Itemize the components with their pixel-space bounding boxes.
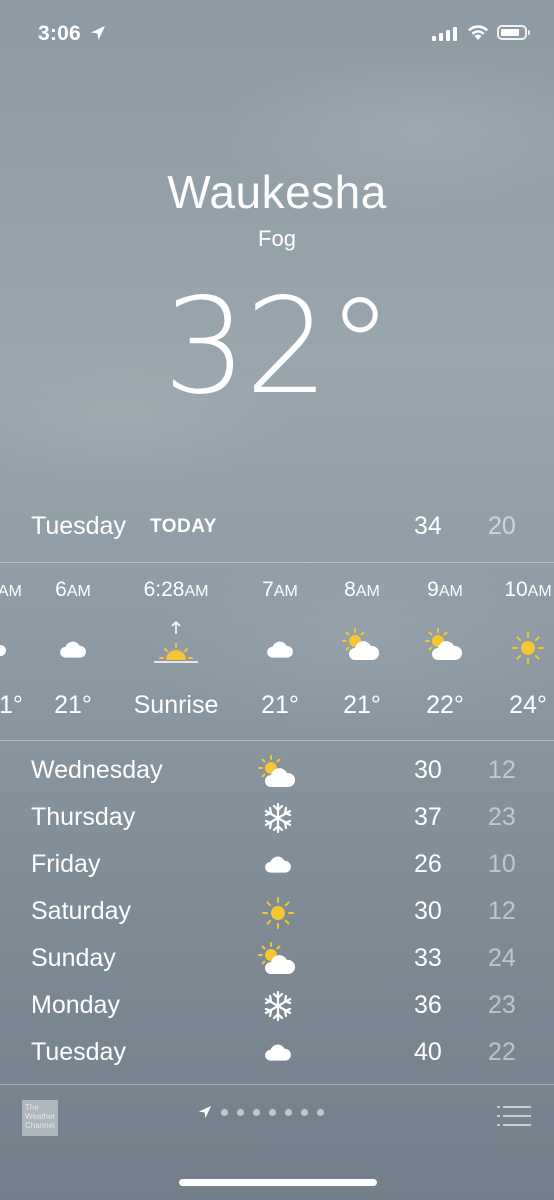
day-name: Friday [31,850,101,878]
home-indicator[interactable] [179,1179,377,1186]
day-name: Saturday [31,897,132,925]
day-low: 12 [488,897,516,925]
today-low: 20 [488,512,516,540]
current-temperature: 32° [163,270,393,424]
wifi-icon [468,25,488,40]
cloud-icon [60,641,86,658]
status-bar: 3:06 [0,0,554,64]
day-name: Sunday [31,944,116,972]
location-arrow-icon [198,1105,212,1119]
day-name: Thursday [31,803,136,831]
daily-forecast[interactable]: Wednesday 30 12 Thursday 37 23 Friday 26… [0,741,554,1084]
page-dot[interactable] [317,1108,324,1116]
page-dot[interactable] [301,1108,308,1116]
day-high: 36 [414,991,442,1019]
weather-channel-logo[interactable]: The Weather Channel [22,1100,58,1136]
cloud-icon [267,641,293,658]
day-name: Tuesday [31,1038,126,1066]
today-high: 34 [414,512,442,540]
hour-time: 10AM [504,578,552,601]
day-low: 12 [488,756,516,784]
day-low: 23 [488,803,516,831]
cloud-icon [0,644,7,656]
day-low: 10 [488,850,516,878]
today-tag: TODAY [150,516,217,537]
snowflake-icon [264,802,292,834]
day-low: 22 [488,1038,516,1066]
partly-sunny-icon [342,628,380,660]
day-name: Wednesday [31,756,163,784]
hour-temp: 21° [54,691,92,719]
city-name: Waukesha [167,166,387,218]
location-arrow-icon [91,26,105,40]
day-low: 24 [488,944,516,972]
sun-icon [512,632,544,664]
page-dot[interactable] [253,1108,260,1116]
day-low: 23 [488,991,516,1019]
partly-sunny-icon [258,755,296,787]
status-time: 3:06 [38,22,81,45]
snowflake-icon [264,990,292,1022]
page-dot[interactable] [269,1108,276,1116]
hour-time: 6:28AM [143,578,209,601]
partly-sunny-icon [425,628,463,660]
partly-sunny-icon [258,942,296,974]
page-dot[interactable] [221,1108,228,1116]
day-high: 37 [414,803,442,831]
hour-temp: 24° [509,691,547,719]
sunrise-icon [154,620,198,663]
battery-icon [497,25,530,40]
cloud-icon [265,1044,291,1061]
sun-icon [262,897,294,929]
divider [0,1084,554,1085]
current-condition: Fog [258,226,296,251]
today-day: Tuesday [31,512,126,540]
hour-temp: Sunrise [133,691,219,719]
list-icon[interactable] [497,1105,531,1127]
page-dot[interactable] [285,1108,292,1116]
page-indicator[interactable] [198,1105,324,1119]
cloud-icon [265,856,291,873]
day-high: 40 [414,1038,442,1066]
day-name: Monday [31,991,120,1019]
signal-bars-icon [432,27,457,41]
page-dot[interactable] [237,1108,244,1116]
hourly-forecast[interactable]: 5AM 21° 6AM 21° 6:28AM Sunrise [0,563,554,739]
day-high: 30 [414,756,442,784]
day-high: 33 [414,944,442,972]
hour-time: 6AM [55,578,91,601]
day-high: 30 [414,897,442,925]
day-high: 26 [414,850,442,878]
